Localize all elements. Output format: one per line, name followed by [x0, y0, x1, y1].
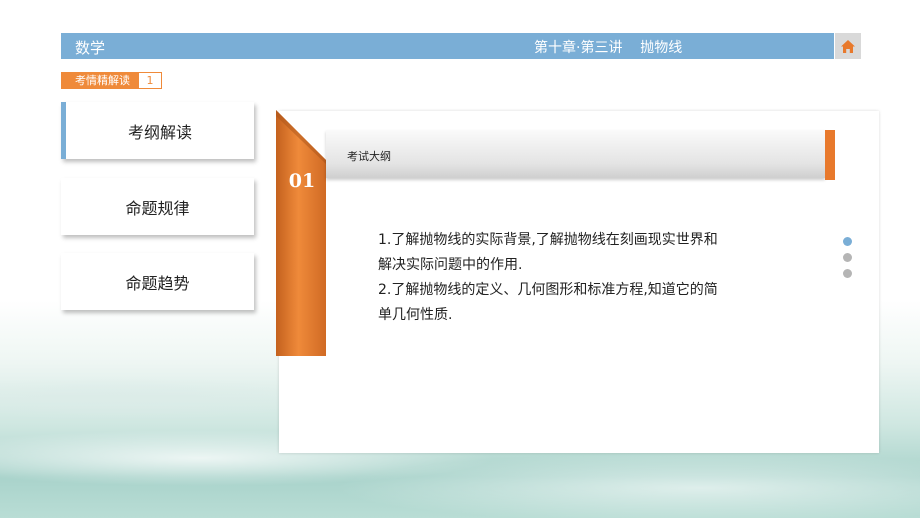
page-indicator — [843, 237, 852, 285]
chapter-title: 第十章·第三讲 抛物线 — [534, 40, 683, 56]
outline-text: 1.了解抛物线的实际背景,了解抛物线在刻画现实世界和 解决实际问题中的作用. 2… — [378, 228, 728, 328]
home-icon — [841, 39, 855, 53]
sidebar-item-kaogang[interactable]: 考纲解读 — [61, 102, 254, 159]
title-bar: 数学 第十章·第三讲 抛物线 — [61, 33, 834, 59]
page-dot-1[interactable] — [843, 237, 852, 246]
subject-label: 数学 — [75, 39, 106, 57]
sidebar-item-label: 命题趋势 — [125, 273, 190, 293]
section-title: 考试大纲 — [347, 150, 391, 163]
sidebar-item-label: 命题规律 — [125, 198, 190, 218]
page-dot-3[interactable] — [843, 269, 852, 278]
section-tag-label: 考情精解读 — [61, 72, 138, 89]
sidebar-item-mingti-guilv[interactable]: 命题规律 — [61, 178, 254, 235]
outline-line: 2.了解抛物线的定义、几何图形和标准方程,知道它的简 — [378, 282, 718, 298]
section-tag-number: 1 — [138, 72, 162, 89]
outline-line: 单几何性质. — [378, 307, 453, 323]
section-header: 考试大纲 — [326, 130, 825, 178]
section-ribbon: 01 — [276, 110, 326, 356]
outline-line: 1.了解抛物线的实际背景,了解抛物线在刻画现实世界和 — [378, 232, 718, 248]
ribbon-number: 01 — [289, 170, 315, 192]
page-dot-2[interactable] — [843, 253, 852, 262]
sidebar-item-label: 考纲解读 — [127, 122, 192, 142]
header-accent — [825, 130, 835, 180]
home-button[interactable] — [835, 33, 861, 59]
sidebar-item-mingti-qushi[interactable]: 命题趋势 — [61, 253, 254, 310]
section-tag: 考情精解读 1 — [61, 72, 162, 89]
outline-line: 解决实际问题中的作用. — [378, 257, 523, 273]
